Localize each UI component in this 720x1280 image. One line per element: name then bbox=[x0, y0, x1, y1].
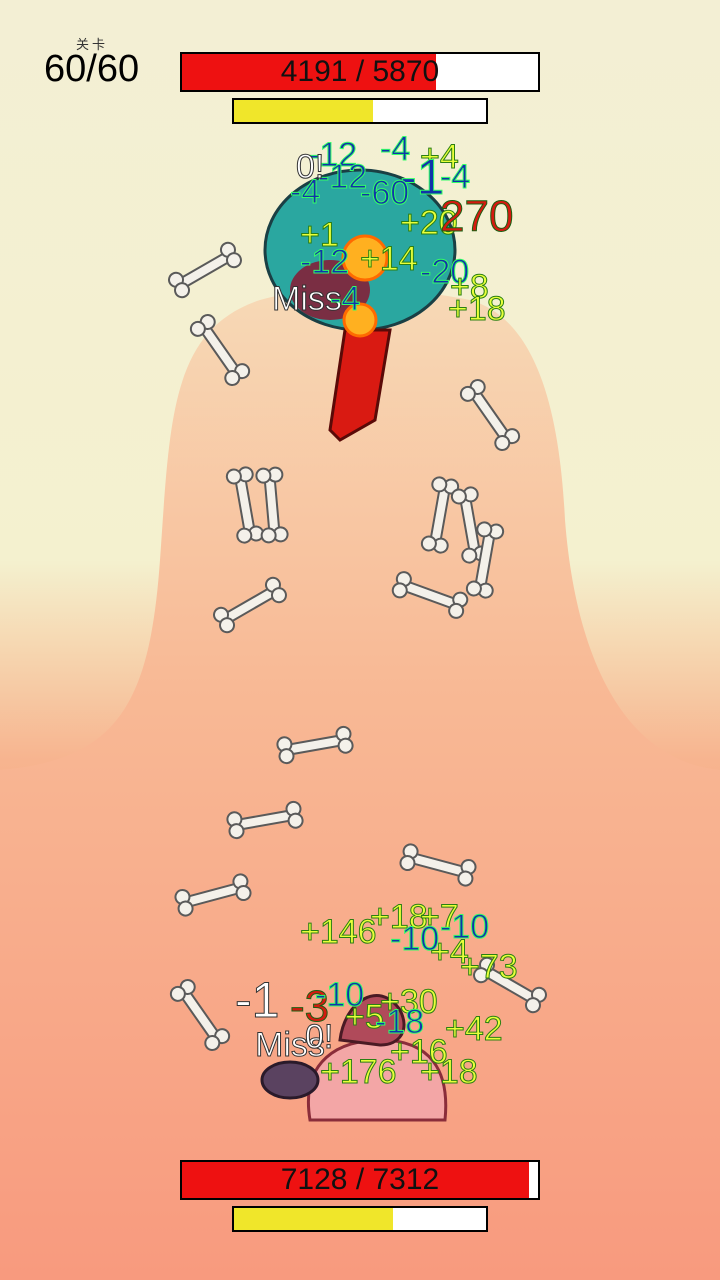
game-scene: 关卡 60/60 4191 / 5870 -12 -4 +4 -12 -1 -4… bbox=[0, 0, 720, 1280]
damage-number: -4 bbox=[439, 158, 471, 196]
damage-number: +18 bbox=[420, 1053, 479, 1091]
damage-number: -1 bbox=[234, 972, 280, 1028]
damage-number: +18 bbox=[448, 290, 507, 328]
damage-number: +73 bbox=[460, 948, 519, 986]
damage-number: 0! bbox=[304, 1018, 334, 1056]
player-hp-text: 7128 / 7312 bbox=[280, 1163, 440, 1196]
damage-number: 270 bbox=[439, 192, 514, 241]
damage-number: +14 bbox=[360, 240, 419, 278]
damage-number: 0! bbox=[295, 148, 325, 186]
damage-number: +146 bbox=[300, 913, 378, 951]
player-energy-fill bbox=[234, 1208, 393, 1230]
player-energy-bar bbox=[232, 1206, 488, 1232]
damage-number: -4 bbox=[329, 280, 361, 318]
player-hp-bar: 7128 / 7312 bbox=[180, 1160, 540, 1200]
damage-number: +42 bbox=[445, 1010, 504, 1048]
damage-number: +176 bbox=[320, 1053, 398, 1091]
damage-number: -12 bbox=[299, 243, 350, 281]
